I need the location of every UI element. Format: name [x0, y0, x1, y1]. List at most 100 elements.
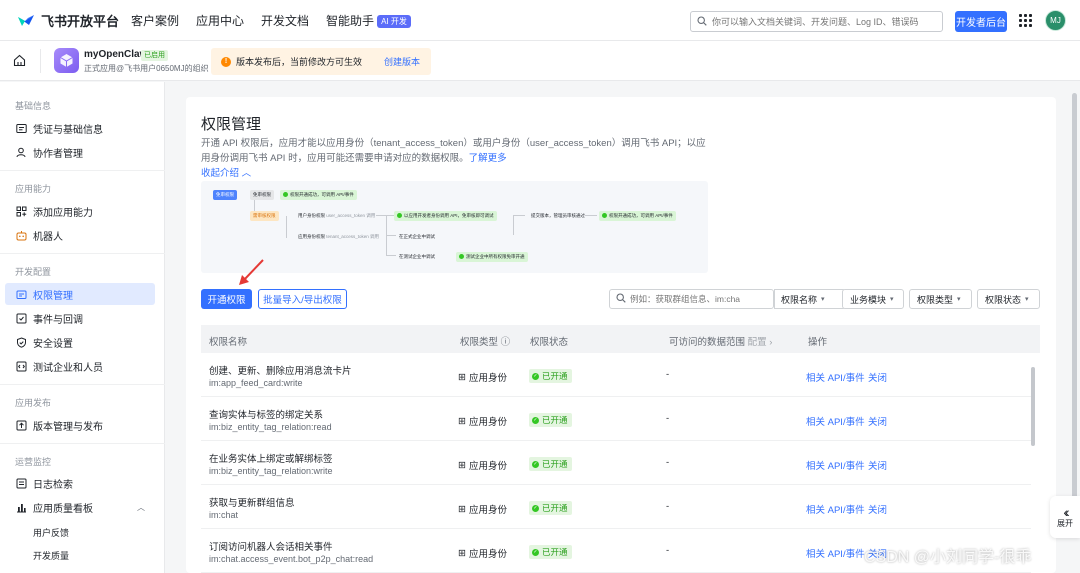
collapse-intro-link[interactable]: 收起介绍 ︿: [201, 165, 251, 179]
sidebar-item-credentials[interactable]: 凭证与基础信息: [5, 117, 155, 139]
filter-status[interactable]: 权限状态 ▾: [977, 289, 1040, 309]
close-permission-link[interactable]: 关闭: [868, 502, 887, 516]
permission-name: 在业务实体上绑定或解绑标签: [209, 454, 333, 465]
nav-link-assistant-label: 智能助手: [326, 13, 375, 28]
permission-type-label: 应用身份: [468, 505, 507, 516]
related-api-link[interactable]: 相关 API/事件: [806, 546, 865, 560]
sidebar-item-logs[interactable]: 日志检索: [5, 472, 155, 494]
data-range: -: [666, 457, 670, 468]
permission-search-input[interactable]: [630, 294, 740, 304]
flow-text: user_access_token 调用: [326, 213, 376, 218]
close-permission-link[interactable]: 关闭: [868, 370, 887, 384]
sidebar-item-security[interactable]: 安全设置: [5, 331, 155, 353]
table-header: 权限名称 权限类型 ⓘ 权限状态 可访问的数据范围 配置 › 操作: [201, 325, 1040, 353]
related-api-link[interactable]: 相关 API/事件: [806, 458, 865, 472]
data-range: -: [666, 545, 670, 556]
close-permission-link[interactable]: 关闭: [868, 458, 887, 472]
sidebar-subitem-feedback[interactable]: 用户反馈: [33, 526, 69, 539]
table-row: 在业务实体上绑定或解绑标签 im:biz_entity_tag_relation…: [201, 441, 1031, 485]
sidebar-subitem-dev-quality[interactable]: 开发质量: [33, 549, 69, 562]
page-scrollbar[interactable]: [1072, 93, 1077, 513]
column-header-range-label: 可访问的数据范围: [669, 337, 746, 348]
chevron-up-icon[interactable]: ︿: [137, 502, 145, 513]
search-field-select[interactable]: 权限名称 ▾: [774, 289, 846, 309]
nav-link-cases[interactable]: 客户案例: [131, 12, 179, 29]
shield-icon: [16, 336, 27, 348]
flow-text: 以应用开发者身份调用 API，免审核即可调试: [404, 213, 494, 218]
help-icon[interactable]: ⓘ: [501, 337, 511, 348]
column-header-type-label: 权限类型: [460, 337, 499, 348]
brand[interactable]: 飞书开放平台: [16, 11, 119, 30]
app-icon[interactable]: [54, 48, 79, 73]
sidebar-group-dev-config: 开发配置: [15, 267, 52, 277]
flow-node-test-all: 测试企业中所有权限免审开通: [456, 252, 528, 262]
app-name: myOpenClaw: [84, 49, 148, 60]
permission-type: ⊞ 应用身份: [458, 546, 507, 561]
divider: [0, 443, 165, 444]
permission-type-label: 应用身份: [468, 549, 507, 560]
permission-flow-diagram: 免审权限 免审权限 权限开通成功，可调用 API/事件 需审核权限 用户身份权限…: [201, 181, 708, 273]
sidebar-item-collaborators[interactable]: 协作者管理: [5, 141, 155, 163]
global-search[interactable]: [690, 11, 943, 32]
chevron-up-icon: ︿: [241, 168, 252, 179]
nav-link-assistant[interactable]: 智能助手 AI 开发: [326, 12, 411, 29]
sidebar-item-label: 权限管理: [33, 290, 73, 302]
column-header-actions: 操作: [808, 337, 828, 348]
related-api-link[interactable]: 相关 API/事件: [806, 502, 865, 516]
nav-links: 客户案例 应用中心 开发文档 智能助手 AI 开发: [131, 12, 428, 29]
flow-node-need-review: 需审核权限: [250, 211, 279, 221]
divider: [40, 49, 41, 73]
sidebar-item-versions[interactable]: 版本管理与发布: [5, 414, 155, 436]
app-grid-icon[interactable]: [1019, 14, 1032, 27]
home-icon[interactable]: [13, 54, 26, 70]
batch-import-export-button[interactable]: 批量导入/导出权限: [258, 289, 347, 309]
search-icon: [616, 292, 626, 306]
sidebar-item-test-tenants[interactable]: 测试企业和人员: [5, 355, 155, 377]
sidebar-item-label: 应用质量看板: [33, 503, 93, 515]
configure-link[interactable]: 配置: [748, 337, 767, 348]
learn-more-link[interactable]: 了解更多: [469, 153, 507, 164]
data-range: -: [666, 369, 670, 380]
sidebar-item-bot[interactable]: 机器人: [5, 224, 155, 246]
related-api-link[interactable]: 相关 API/事件: [806, 414, 865, 428]
sidebar-item-quality[interactable]: 应用质量看板: [5, 496, 155, 518]
app-bar: myOpenClaw 已启用 正式应用@飞书用户0650MJ的组织 ! 版本发布…: [0, 41, 1080, 81]
nav-link-app-center[interactable]: 应用中心: [196, 12, 244, 29]
description-text: 开通 API 权限后，应用才能以应用身份（tenant_access_token…: [201, 138, 706, 164]
sidebar-item-permissions[interactable]: 权限管理: [5, 283, 155, 305]
search-input[interactable]: [712, 16, 932, 27]
status-label: 已开通: [542, 503, 568, 513]
related-api-link[interactable]: 相关 API/事件: [806, 370, 865, 384]
status-label: 已开通: [542, 371, 568, 381]
warning-icon: !: [221, 56, 231, 67]
sidebar-item-label: 凭证与基础信息: [33, 124, 103, 136]
enable-permission-button[interactable]: 开通权限: [201, 289, 252, 309]
table-scrollbar[interactable]: [1031, 367, 1035, 446]
filter-module[interactable]: 业务模块 ▾: [842, 289, 904, 309]
sidebar-item-add-capability[interactable]: 添加应用能力: [5, 200, 155, 222]
check-icon: ✓: [532, 416, 539, 424]
flow-text: 权限开通成功，可调用 API/事件: [609, 213, 673, 218]
app-identity-icon: ⊞: [458, 459, 466, 471]
sidebar-item-label: 添加应用能力: [33, 207, 93, 219]
developer-console-button[interactable]: 开发者后台: [955, 11, 1007, 32]
check-icon: ✓: [532, 372, 539, 380]
sidebar-item-events[interactable]: 事件与回调: [5, 307, 155, 329]
expand-panel-button[interactable]: ‹‹ 展开: [1050, 496, 1080, 538]
permission-search[interactable]: 权限名称▾: [609, 289, 846, 309]
filter-type[interactable]: 权限类型 ▾: [909, 289, 972, 309]
expand-label: 展开: [1057, 518, 1073, 528]
check-icon: [602, 213, 607, 218]
close-permission-link[interactable]: 关闭: [868, 414, 887, 428]
status-badge: ✓ 已开通: [529, 369, 572, 383]
divider: [0, 170, 165, 171]
flow-node-done: 权限开通成功，可调用 API/事件: [599, 211, 676, 221]
flow-text: 权限开通成功，可调用 API/事件: [290, 192, 354, 197]
permission-icon: [16, 289, 27, 300]
create-version-link[interactable]: 创建版本: [384, 55, 420, 68]
check-icon: ✓: [532, 504, 539, 512]
event-icon: [16, 313, 27, 324]
status-badge: ✓ 已开通: [529, 545, 572, 559]
nav-link-docs[interactable]: 开发文档: [261, 12, 309, 29]
avatar[interactable]: MJ: [1045, 10, 1066, 31]
